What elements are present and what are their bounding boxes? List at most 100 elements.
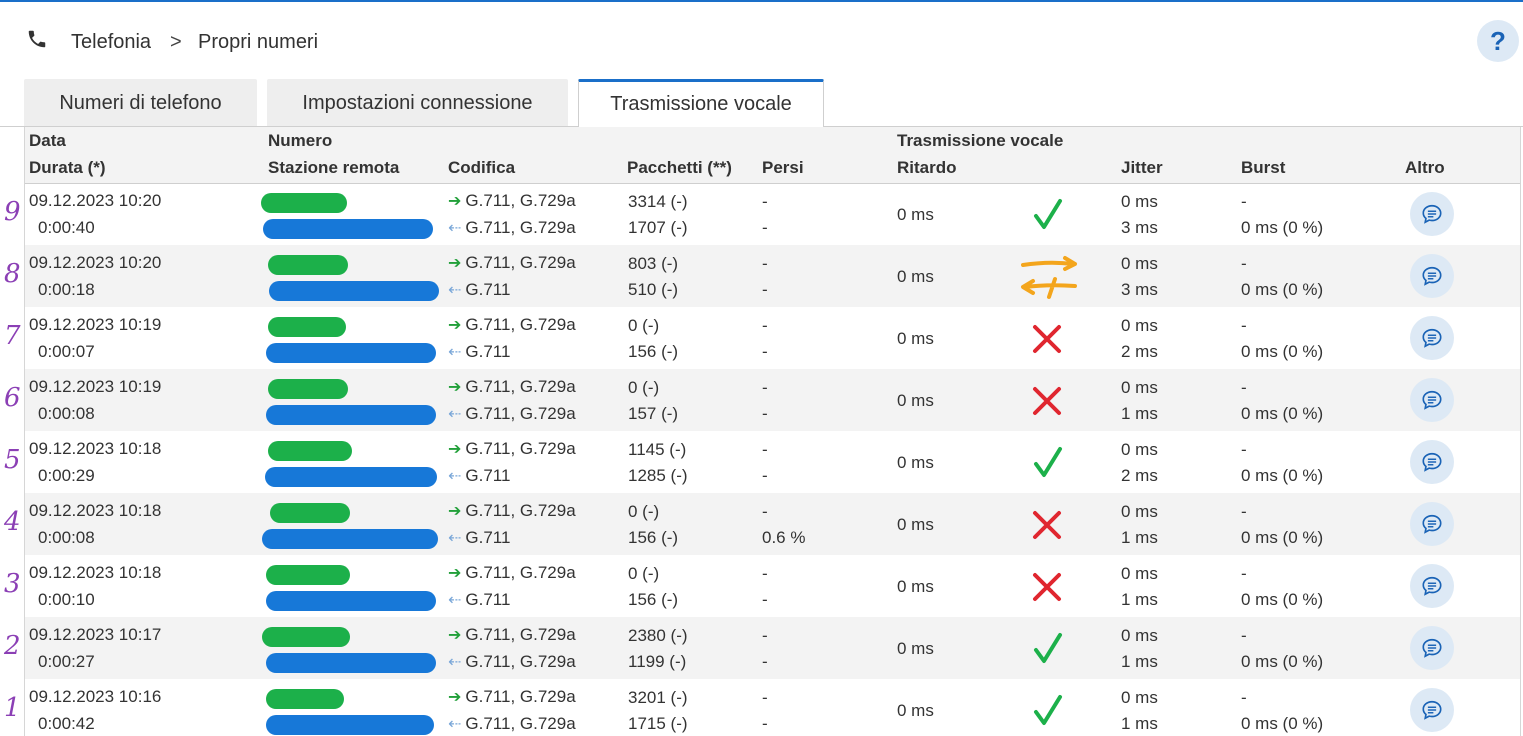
call-duration: 0:00:27	[38, 652, 95, 671]
call-duration: 0:00:07	[38, 342, 95, 361]
redacted-remote-station	[266, 405, 436, 425]
details-button[interactable]	[1410, 316, 1454, 360]
packets-outgoing: 2380 (-)	[628, 626, 688, 645]
table-row[interactable]: 09.12.2023 10:19 0:00:07 ➔ G.711, G.729a …	[25, 307, 1520, 369]
codec-incoming: ⇠ G.711	[448, 280, 511, 299]
packets-outgoing: 0 (-)	[628, 502, 660, 521]
details-button[interactable]	[1410, 378, 1454, 422]
details-button[interactable]	[1410, 502, 1454, 546]
call-date: 09.12.2023 10:19	[29, 315, 162, 334]
handwritten-row-number: 2	[4, 631, 21, 661]
details-button[interactable]	[1410, 440, 1454, 484]
redacted-remote-station	[265, 467, 437, 487]
col-burst: Burst	[1241, 158, 1286, 177]
col-trasmissione-vocale: Trasmissione vocale	[897, 131, 1064, 150]
lost-outgoing: -	[762, 440, 768, 459]
details-button[interactable]	[1410, 192, 1454, 236]
packets-outgoing: 803 (-)	[628, 254, 679, 273]
tab-impostazioni-connessione[interactable]: Impostazioni connessione	[267, 79, 568, 127]
burst-outgoing: -	[1241, 254, 1247, 273]
redacted-number	[268, 255, 348, 275]
call-duration: 0:00:40	[38, 218, 95, 237]
redacted-remote-station	[262, 529, 438, 549]
arrow-left-icon: ⇠	[448, 468, 462, 485]
table-row[interactable]: 09.12.2023 10:18 0:00:29 ➔ G.711, G.729a …	[25, 431, 1520, 493]
handwritten-row-number: 5	[4, 445, 21, 475]
delay: 0 ms	[897, 639, 934, 658]
burst-outgoing: -	[1241, 564, 1247, 583]
delay: 0 ms	[897, 577, 934, 596]
arrow-right-icon: ➔	[448, 441, 462, 458]
burst-outgoing: -	[1241, 316, 1247, 335]
status-fail-icon	[1027, 505, 1067, 545]
codec-outgoing: ➔ G.711, G.729a	[448, 563, 576, 582]
col-pacchetti: Pacchetti (**)	[627, 158, 732, 177]
jitter-incoming: 3 ms	[1121, 280, 1158, 299]
packets-incoming: 1285 (-)	[628, 466, 688, 485]
table-row[interactable]: 09.12.2023 10:19 0:00:08 ➔ G.711, G.729a …	[25, 369, 1520, 431]
burst-incoming: 0 ms (0 %)	[1241, 528, 1324, 547]
packets-incoming: 1199 (-)	[628, 652, 687, 671]
jitter-outgoing: 0 ms	[1121, 688, 1158, 707]
arrow-left-icon: ⇠	[448, 344, 462, 361]
redacted-number	[270, 503, 350, 523]
burst-outgoing: -	[1241, 192, 1247, 211]
details-button[interactable]	[1410, 626, 1454, 670]
codec-incoming: ⇠ G.711	[448, 528, 511, 547]
lost-incoming: -	[762, 342, 768, 361]
tab-trasmissione-vocale[interactable]: Trasmissione vocale	[578, 79, 824, 128]
table-row[interactable]: 09.12.2023 10:20 0:00:18 ➔ G.711, G.729a …	[25, 245, 1520, 307]
codec-incoming: ⇠ G.711	[448, 342, 511, 361]
burst-incoming: 0 ms (0 %)	[1241, 714, 1324, 733]
packets-outgoing: 0 (-)	[628, 378, 660, 397]
lost-incoming: 0.6 %	[762, 528, 806, 547]
lost-outgoing: -	[762, 378, 768, 397]
call-date: 09.12.2023 10:18	[29, 501, 162, 520]
details-button[interactable]	[1410, 564, 1454, 608]
burst-outgoing: -	[1241, 378, 1247, 397]
codec-outgoing: ➔ G.711, G.729a	[448, 439, 576, 458]
lost-incoming: -	[762, 590, 768, 609]
tab-numeri-di-telefono[interactable]: Numeri di telefono	[24, 79, 257, 127]
arrow-right-icon: ➔	[448, 565, 462, 582]
breadcrumb-section[interactable]: Telefonia	[71, 30, 151, 54]
col-data: Data	[29, 131, 66, 150]
delay: 0 ms	[897, 391, 934, 410]
codec-incoming: ⇠ G.711	[448, 590, 511, 609]
call-date: 09.12.2023 10:19	[29, 377, 162, 396]
table-row[interactable]: 09.12.2023 10:16 0:00:42 ➔ G.711, G.729a …	[25, 679, 1520, 736]
handwritten-row-number: 8	[4, 259, 21, 289]
jitter-outgoing: 0 ms	[1121, 564, 1158, 583]
status-fail-icon	[1027, 567, 1067, 607]
phone-icon	[28, 30, 46, 48]
col-durata: Durata (*)	[29, 158, 106, 177]
burst-incoming: 0 ms (0 %)	[1241, 466, 1324, 485]
table-row[interactable]: 09.12.2023 10:17 0:00:27 ➔ G.711, G.729a …	[25, 617, 1520, 679]
col-altro: Altro	[1405, 158, 1445, 177]
call-duration: 0:00:08	[38, 404, 95, 423]
codec-outgoing: ➔ G.711, G.729a	[448, 315, 576, 334]
details-button[interactable]	[1410, 254, 1454, 298]
help-button[interactable]: ?	[1477, 20, 1519, 62]
redacted-remote-station	[269, 281, 439, 301]
call-duration: 0:00:29	[38, 466, 95, 485]
packets-outgoing: 0 (-)	[628, 316, 660, 335]
lost-outgoing: -	[762, 254, 768, 273]
lost-outgoing: -	[762, 192, 768, 211]
lost-outgoing: -	[762, 688, 768, 707]
lost-outgoing: -	[762, 626, 768, 645]
jitter-outgoing: 0 ms	[1121, 440, 1158, 459]
codec-outgoing: ➔ G.711, G.729a	[448, 377, 576, 396]
table-row[interactable]: 09.12.2023 10:20 0:00:40 ➔ G.711, G.729a …	[25, 183, 1520, 245]
handwritten-row-number: 1	[4, 693, 21, 723]
handwritten-row-number: 4	[4, 507, 21, 537]
calls-table: Data Durata (*) Numero Stazione remota C…	[24, 127, 1521, 736]
redacted-number	[268, 379, 348, 399]
burst-incoming: 0 ms (0 %)	[1241, 342, 1324, 361]
arrow-right-icon: ➔	[448, 379, 462, 396]
details-button[interactable]	[1410, 688, 1454, 732]
lost-outgoing: -	[762, 502, 768, 521]
table-row[interactable]: 09.12.2023 10:18 0:00:08 ➔ G.711, G.729a …	[25, 493, 1520, 555]
table-row[interactable]: 09.12.2023 10:18 0:00:10 ➔ G.711, G.729a …	[25, 555, 1520, 617]
burst-incoming: 0 ms (0 %)	[1241, 280, 1324, 299]
